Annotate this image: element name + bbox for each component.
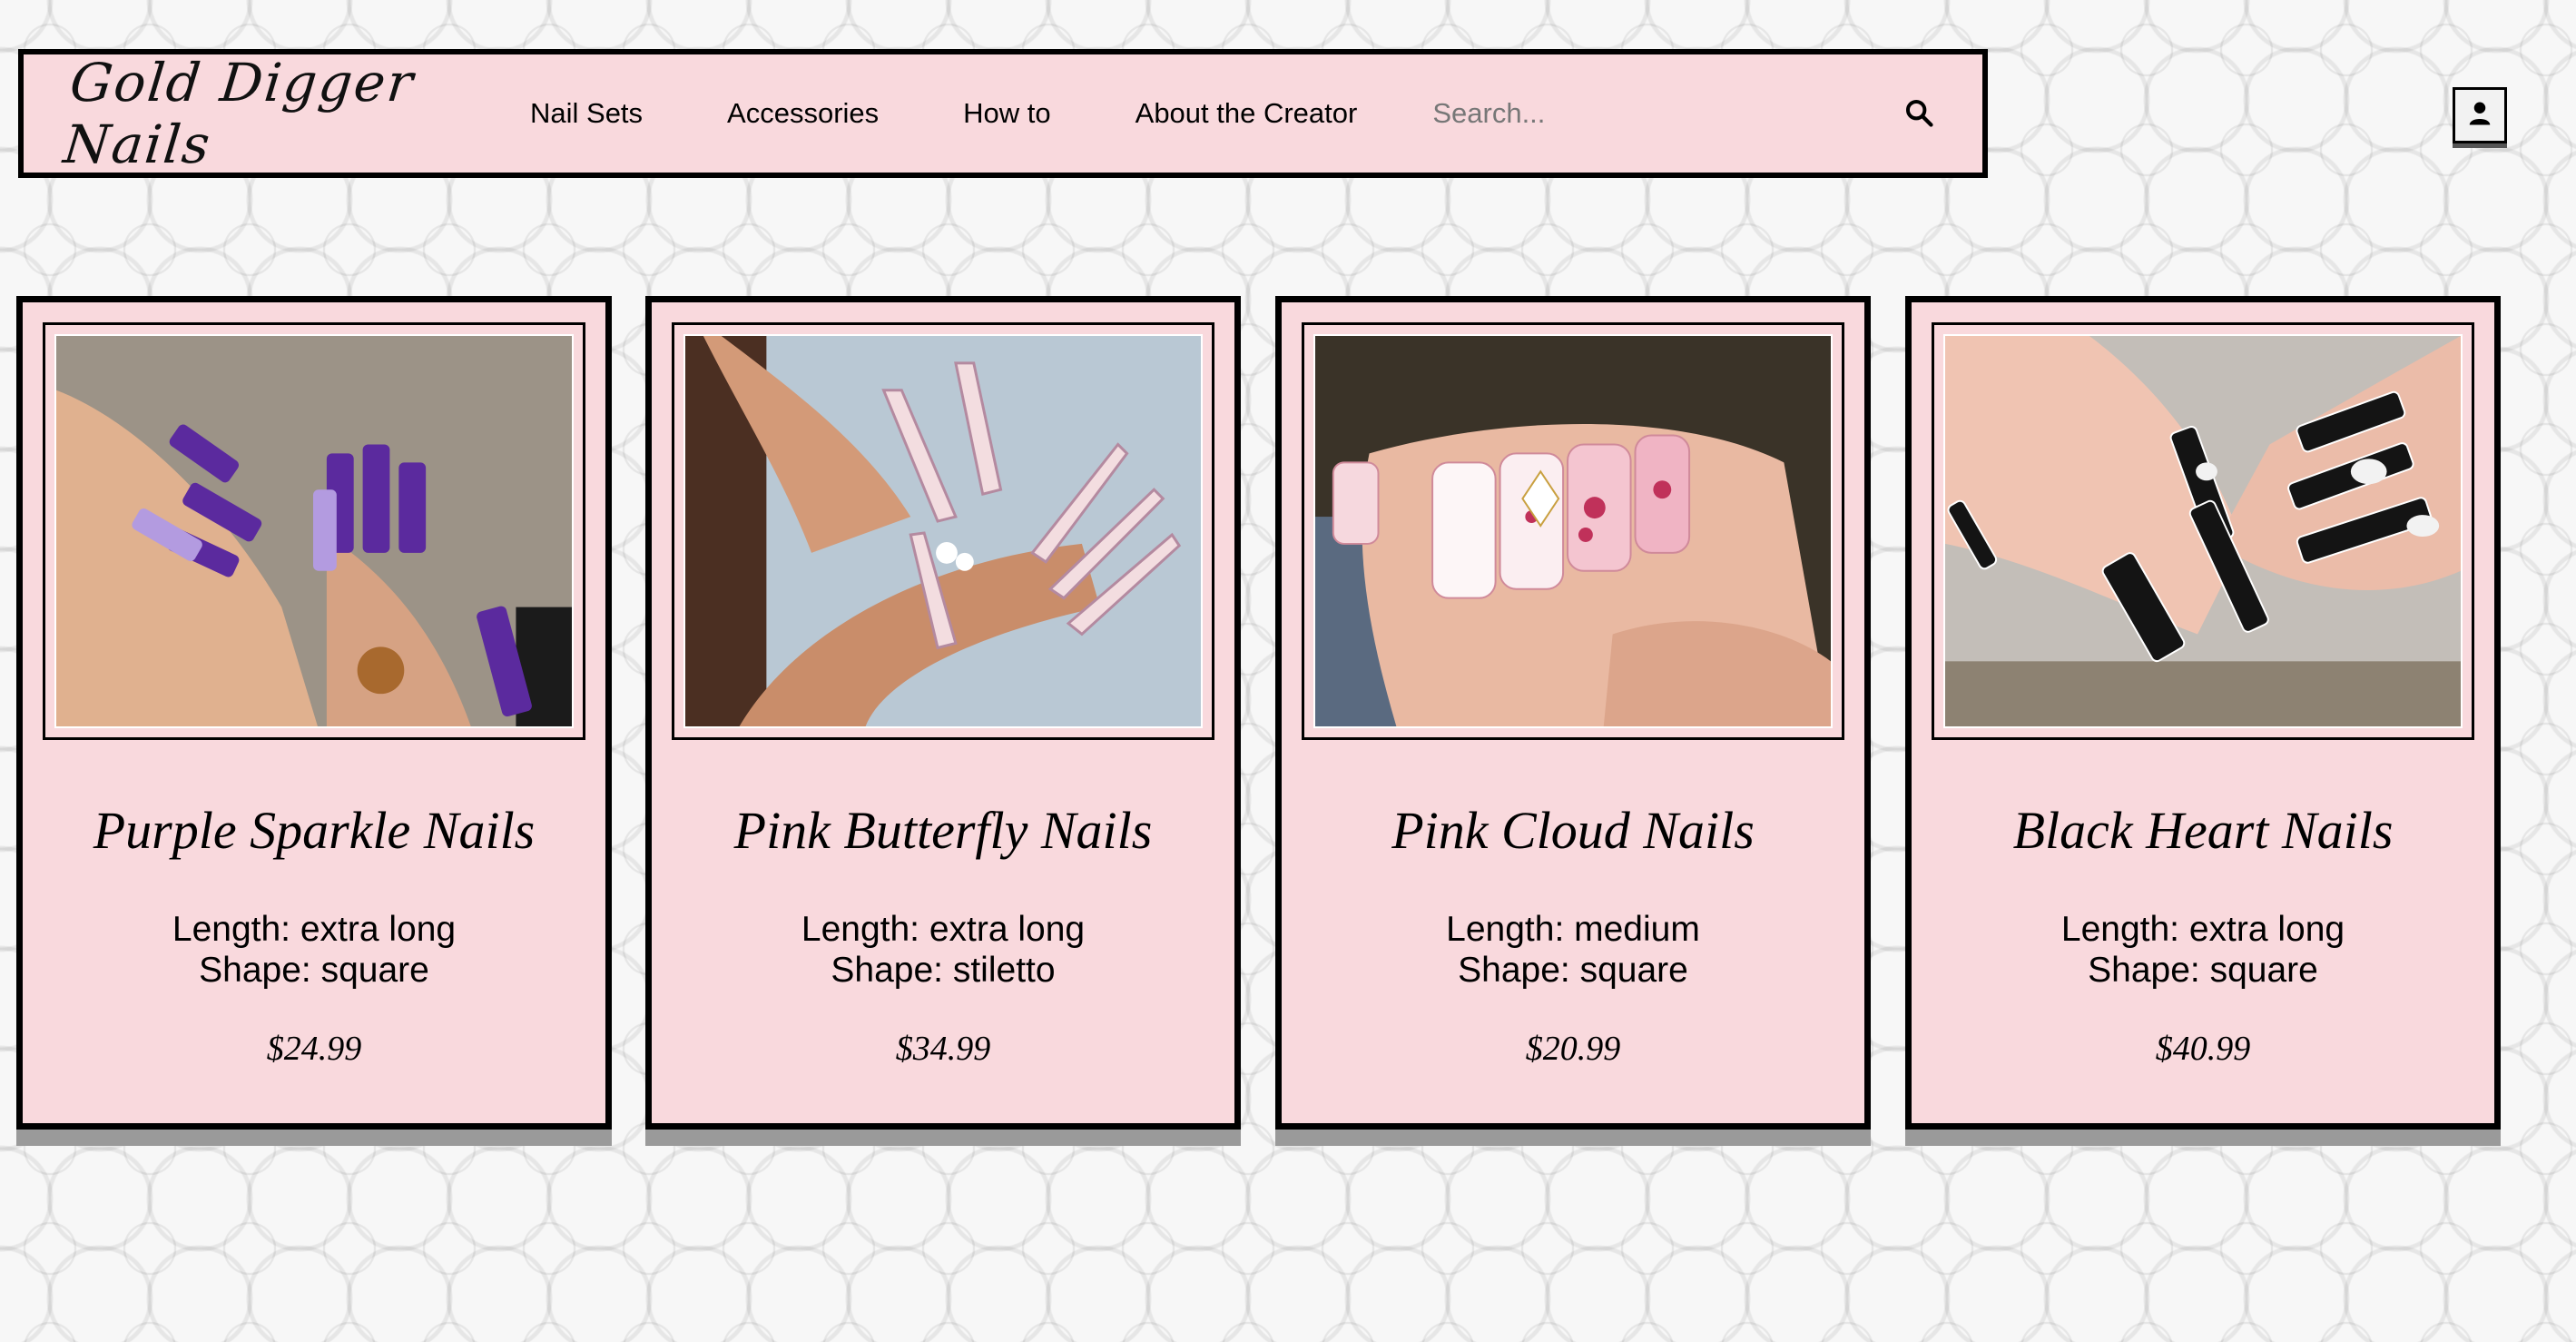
search-icon [1903, 97, 1934, 131]
product-title[interactable]: Pink Butterfly Nails [652, 800, 1234, 861]
product-shape: Shape: stiletto [831, 951, 1056, 990]
product-shape: Shape: square [199, 951, 429, 990]
nav-about-creator[interactable]: About the Creator [1136, 97, 1358, 130]
product-specs: Length: extra long Shape: stiletto [652, 909, 1234, 991]
product-image-frame [43, 322, 585, 740]
product-image[interactable] [1313, 334, 1833, 728]
product-price: $24.99 [266, 1030, 362, 1068]
site-logo[interactable]: Gold Digger Nails [61, 52, 500, 175]
product-length: Length: extra long [801, 910, 1086, 949]
product-length: Length: extra long [2060, 910, 2345, 949]
product-price: $20.99 [1525, 1030, 1621, 1068]
product-specs: Length: medium Shape: square [1282, 909, 1864, 991]
nav-accessories[interactable]: Accessories [727, 97, 879, 130]
product-specs: Length: extra long Shape: square [1912, 909, 2494, 991]
product-title[interactable]: Purple Sparkle Nails [23, 800, 605, 861]
product-specs: Length: extra long Shape: square [23, 909, 605, 991]
product-image[interactable] [683, 334, 1203, 728]
product-card[interactable]: Pink Butterfly Nails Length: extra long … [645, 296, 1241, 1130]
nav-how-to[interactable]: How to [963, 97, 1050, 130]
main-nav: Nail Sets Accessories How to About the C… [530, 86, 1860, 141]
account-button[interactable] [2453, 87, 2507, 143]
product-shape: Shape: square [1458, 951, 1688, 990]
nav-nail-sets[interactable]: Nail Sets [530, 97, 643, 130]
product-image-frame [1932, 322, 2474, 740]
product-card[interactable]: Purple Sparkle Nails Length: extra long … [16, 296, 612, 1130]
product-title[interactable]: Black Heart Nails [1912, 800, 2494, 861]
user-icon [2468, 100, 2492, 132]
product-price: $40.99 [2155, 1030, 2251, 1068]
product-image-frame [672, 322, 1214, 740]
product-card[interactable]: Black Heart Nails Length: extra long Sha… [1905, 296, 2501, 1130]
site-header: Gold Digger Nails Nail Sets Accessories … [18, 49, 1988, 178]
product-card[interactable]: Pink Cloud Nails Length: medium Shape: s… [1275, 296, 1871, 1130]
product-shape: Shape: square [2088, 951, 2318, 990]
product-image[interactable] [1943, 334, 2463, 728]
product-length: Length: extra long [172, 910, 457, 949]
product-length: Length: medium [1446, 910, 1700, 949]
product-image-frame [1302, 322, 1844, 740]
search-input[interactable] [1432, 86, 1860, 141]
product-title[interactable]: Pink Cloud Nails [1282, 800, 1864, 861]
product-image[interactable] [54, 334, 574, 728]
product-price: $34.99 [895, 1030, 991, 1068]
search-button[interactable] [1899, 94, 1939, 133]
